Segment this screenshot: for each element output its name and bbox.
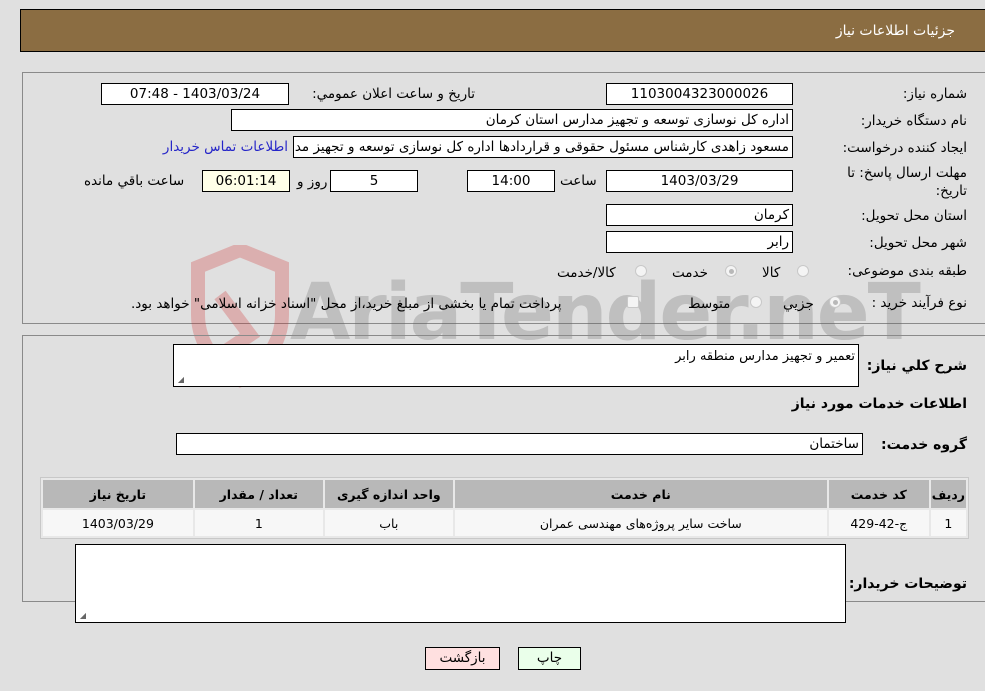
category-radio-service[interactable] xyxy=(725,265,737,277)
purchase-radio-minor[interactable] xyxy=(829,296,841,308)
category-label: طبقه بندی موضوعی: xyxy=(847,263,967,279)
resize-grip-icon[interactable]: ◢ xyxy=(176,376,184,384)
back-button[interactable]: بازگشت xyxy=(425,647,500,670)
province-field: کرمان xyxy=(606,204,793,226)
description-textarea[interactable]: تعمیر و تجهیز مدارس منطقه رابر ◢ xyxy=(173,344,859,387)
purchase-option-medium: متوسط xyxy=(688,296,731,312)
category-option-goods-service: کالا/خدمت xyxy=(557,265,616,281)
purchase-radio-medium[interactable] xyxy=(750,296,762,308)
service-group-label: گروه خدمت: xyxy=(881,437,967,453)
cell-need-date: 1403/03/29 xyxy=(43,510,193,536)
requester-field: مسعود زاهدی کارشناس مسئول حقوقی و قراردا… xyxy=(293,136,793,158)
buyer-notes-textarea[interactable]: ◢ xyxy=(75,544,846,623)
services-section-title: اطلاعات خدمات مورد نياز xyxy=(791,396,967,412)
page-title: جزئیات اطلاعات نیاز xyxy=(835,23,955,39)
city-label: شهر محل تحویل: xyxy=(869,235,967,251)
treasury-checkbox[interactable] xyxy=(627,296,639,308)
cell-unit: باب xyxy=(324,510,453,536)
announce-datetime-field: 1403/03/24 - 07:48 xyxy=(101,83,289,105)
buyer-notes-label: توضیحات خریدار: xyxy=(848,576,967,592)
deadline-label: مهلت ارسال پاسخ: تا تاریخ: xyxy=(847,165,967,199)
cell-service-code: ج-42-429 xyxy=(828,510,929,536)
buyer-org-field: اداره کل نوسازی توسعه و تجهیز مدارس استا… xyxy=(231,109,793,131)
need-number-label: شماره نیاز: xyxy=(902,86,967,102)
province-label: استان محل تحویل: xyxy=(861,208,967,224)
need-number-field: 1103004323000026 xyxy=(606,83,793,105)
buyer-contact-link[interactable]: اطلاعات تماس خریدار xyxy=(163,139,288,155)
services-table: ردیف کد خدمت نام خدمت واحد اندازه گیری ت… xyxy=(40,477,969,539)
purchase-type-label: نوع فرآیند خرید : xyxy=(871,295,967,311)
category-option-service: خدمت xyxy=(672,265,708,281)
page-header: جزئیات اطلاعات نیاز xyxy=(20,9,985,52)
remaining-days-label: روز و xyxy=(297,174,328,190)
deadline-date-field: 1403/03/29 xyxy=(606,170,793,192)
city-field: رابر xyxy=(606,231,793,253)
header-row-number: ردیف xyxy=(930,480,966,508)
header-unit: واحد اندازه گیری xyxy=(324,480,453,508)
deadline-time-label: ساعت xyxy=(560,173,597,189)
service-group-field: ساختمان xyxy=(176,433,863,455)
remaining-time-field: 06:01:14 xyxy=(202,170,290,192)
deadline-time-field: 14:00 xyxy=(467,170,555,192)
cell-service-name: ساخت سایر پروژه‌های مهندسی عمران xyxy=(454,510,827,536)
category-radio-goods-service[interactable] xyxy=(635,265,647,277)
header-need-date: تاریخ نیاز xyxy=(43,480,193,508)
buyer-org-label: نام دستگاه خریدار: xyxy=(860,113,967,129)
cell-quantity: 1 xyxy=(194,510,323,536)
remaining-days-field: 5 xyxy=(330,170,418,192)
table-row: 1 ج-42-429 ساخت سایر پروژه‌های مهندسی عم… xyxy=(43,510,966,536)
description-label: شرح كلي نياز: xyxy=(866,358,967,374)
resize-grip-icon[interactable]: ◢ xyxy=(78,612,86,620)
category-option-goods: کالا xyxy=(762,265,781,281)
header-quantity: تعداد / مقدار xyxy=(194,480,323,508)
description-text: تعمیر و تجهیز مدارس منطقه رابر xyxy=(675,349,855,364)
header-service-code: کد خدمت xyxy=(828,480,929,508)
remaining-time-label: ساعت باقي مانده xyxy=(84,173,185,189)
treasury-note: پرداخت تمام یا بخشی از مبلغ خرید،از محل … xyxy=(131,296,562,312)
announce-datetime-label: تاريخ و ساعت اعلان عمومي: xyxy=(312,86,475,102)
header-service-name: نام خدمت xyxy=(454,480,827,508)
requester-label: ایجاد کننده درخواست: xyxy=(842,140,967,156)
category-radio-goods[interactable] xyxy=(797,265,809,277)
cell-row-number: 1 xyxy=(930,510,966,536)
services-table-header: ردیف کد خدمت نام خدمت واحد اندازه گیری ت… xyxy=(43,480,966,508)
print-button[interactable]: چاپ xyxy=(518,647,581,670)
purchase-option-minor: جزيي xyxy=(783,296,814,312)
